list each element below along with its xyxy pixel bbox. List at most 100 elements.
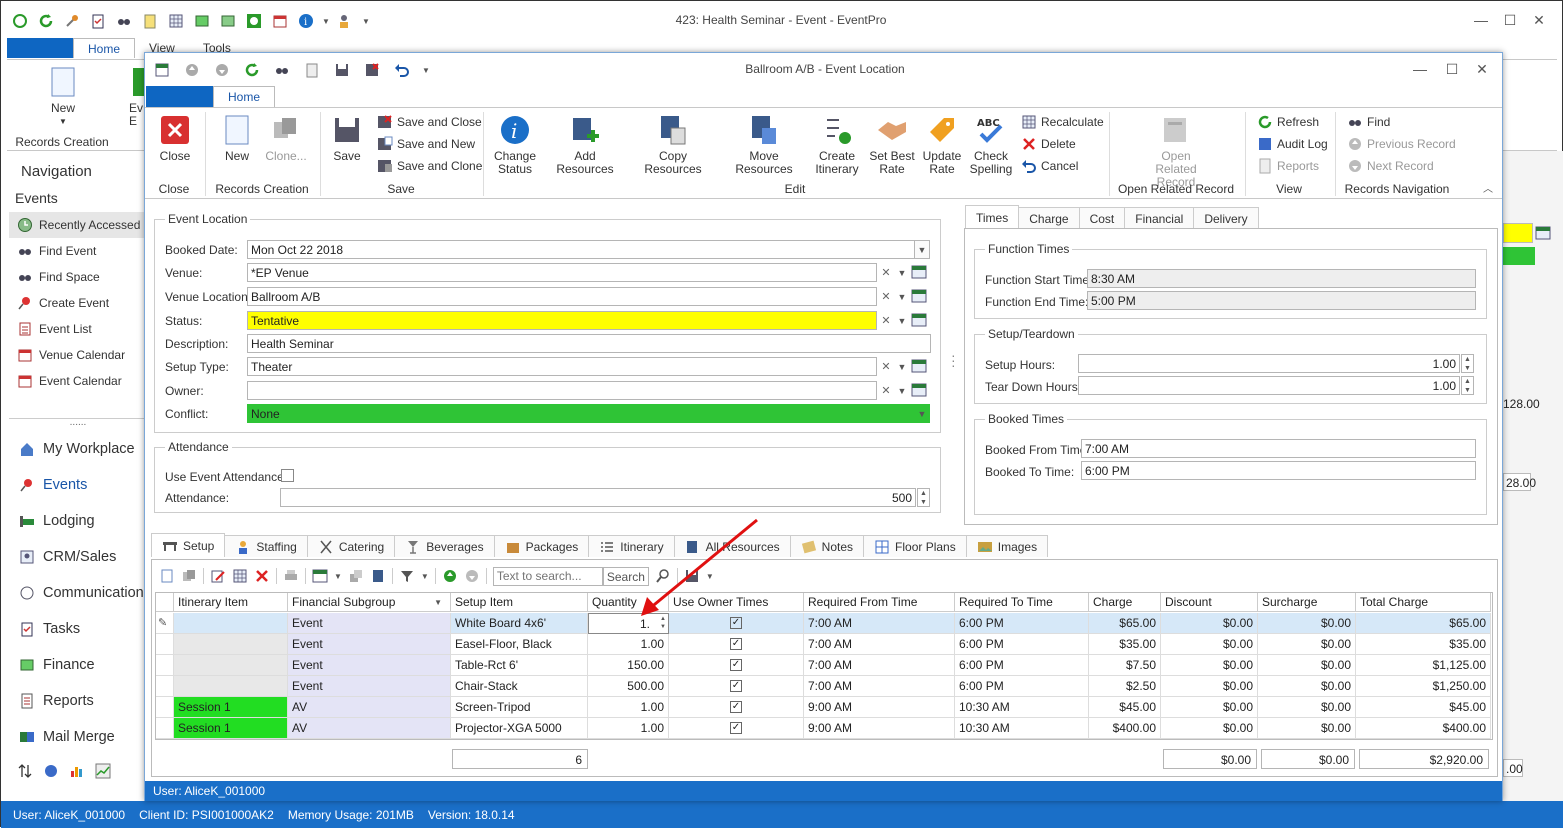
cell-setup-item[interactable]: Easel-Floor, Black [451,634,588,655]
next-record-button[interactable]: Next Record [1347,156,1434,176]
nav-find-space[interactable]: Find Space [9,264,147,290]
nav-event-calendar[interactable]: Event Calendar [9,368,147,394]
cell-itinerary-item[interactable]: Session 1 [174,697,288,718]
dialog-app-menu-logo[interactable] [146,86,213,107]
filter-dropdown-icon[interactable]: ▼ [421,572,429,581]
new-record-button[interactable]: New ▼ [47,66,79,128]
cell-itinerary-item[interactable] [174,655,288,676]
row-indicator[interactable] [156,697,174,718]
up-arrow-icon[interactable] [181,59,203,81]
tab-floor-plans[interactable]: Floor Plans [863,535,967,557]
cell-total-charge[interactable]: $65.00 [1356,613,1491,634]
module-crm-sales[interactable]: CRM/Sales [9,539,147,575]
cell-required-to-time[interactable]: 6:00 PM [955,655,1089,676]
cell-quantity[interactable]: 1.00 [588,697,669,718]
cancel-button[interactable]: Cancel [1021,156,1078,176]
use-owner-times-checkbox[interactable]: ✓ [730,659,742,671]
cell-total-charge[interactable]: $1,125.00 [1356,655,1491,676]
cell-financial-subgroup[interactable]: Event [288,613,451,634]
tab-setup[interactable]: Setup [151,533,226,557]
cell-total-charge[interactable]: $45.00 [1356,697,1491,718]
money-icon[interactable] [191,10,213,32]
down-arrow-icon[interactable] [211,59,233,81]
module-communications[interactable]: Communications [9,575,151,611]
filter-icon[interactable] [399,568,415,584]
cell-quantity[interactable]: 1.00 [588,718,669,739]
cell-surcharge[interactable]: $0.00 [1258,676,1356,697]
tab-home[interactable]: Home [213,86,276,107]
copy-row-icon[interactable] [181,568,197,584]
find-button[interactable]: Find [1347,112,1390,132]
clear-icon[interactable]: ✕ [878,263,894,282]
cell-setup-item[interactable]: Chair-Stack [451,676,588,697]
cell-required-to-time[interactable]: 10:30 AM [955,697,1089,718]
cell-financial-subgroup[interactable]: AV [288,697,451,718]
use-owner-times-checkbox[interactable]: ✓ [730,722,742,734]
venue-field[interactable]: *EP Venue [247,263,877,282]
tab-packages[interactable]: Packages [493,535,590,557]
cell-setup-item[interactable]: Table-Rct 6' [451,655,588,676]
cell-setup-item[interactable]: White Board 4x6' [451,613,588,634]
tools-icon[interactable] [61,10,83,32]
venue-location-field[interactable]: Ballroom A/B [247,287,877,306]
cell-required-from-time[interactable]: 9:00 AM [804,697,955,718]
edit-icon[interactable] [210,568,226,584]
setup-hours-spinner[interactable]: ▲ ▼ [1461,354,1474,373]
column-header-financial-subgroup[interactable]: Financial Subgroup ▼ [288,593,451,612]
cell-required-to-time[interactable]: 6:00 PM [955,634,1089,655]
attendance-field[interactable]: 500 [280,488,916,507]
clear-icon[interactable]: ✕ [878,357,894,376]
tab-delivery[interactable]: Delivery [1193,207,1259,229]
use-owner-times-checkbox[interactable]: ✓ [730,701,742,713]
cell-quantity[interactable]: 150.00 [588,655,669,676]
cell-use-owner-times[interactable]: ✓ [669,655,804,676]
save-and-close-button[interactable]: Save and Close [377,112,482,132]
cell-quantity[interactable]: 1.00 [588,634,669,655]
lookup-icon[interactable] [911,312,927,328]
clear-icon[interactable]: ✕ [878,311,894,330]
cell-surcharge[interactable]: $0.00 [1258,613,1356,634]
binoculars-icon[interactable] [271,59,293,81]
column-header-required-from-time[interactable]: Required From Time [804,593,955,612]
cell-setup-item[interactable]: Screen-Tripod [451,697,588,718]
module-my-workplace[interactable]: My Workplace [9,431,147,467]
column-header-discount[interactable]: Discount [1161,593,1258,612]
tab-catering[interactable]: Catering [306,535,396,557]
move-resources-button[interactable]: Move Resources [721,114,807,176]
grid-search-input[interactable] [492,566,603,586]
audit-log-button[interactable]: Audit Log [1257,134,1328,154]
lookup-icon[interactable] [911,358,927,374]
cell-discount[interactable]: $0.00 [1161,613,1258,634]
collapse-ribbon-icon[interactable]: ︿ [1483,180,1493,195]
module-tasks[interactable]: Tasks [9,611,147,647]
cell-setup-item[interactable]: Projector-XGA 5000 [451,718,588,739]
maximize-button[interactable]: ☐ [1495,9,1525,31]
chevron-down-icon[interactable]: ▼ [894,381,910,400]
module-mail-merge[interactable]: Mail Merge [9,719,147,755]
save-close-icon[interactable] [361,59,383,81]
print-icon[interactable] [283,568,299,584]
add-resources-button[interactable]: Add Resources [547,114,623,176]
cell-discount[interactable]: $0.00 [1161,634,1258,655]
cell-financial-subgroup[interactable]: Event [288,676,451,697]
setup-hours-field[interactable]: 1.00 [1078,354,1460,373]
dialog-maximize-button[interactable]: ☐ [1437,58,1467,80]
cell-charge[interactable]: $45.00 [1089,697,1161,718]
refresh-icon[interactable] [35,10,57,32]
column-header-charge[interactable]: Charge [1089,593,1161,612]
row-indicator[interactable] [156,634,174,655]
tab-cost[interactable]: Cost [1078,207,1126,229]
recalculate-button[interactable]: Recalculate [1021,112,1104,132]
calculator-icon[interactable] [165,10,187,32]
cell-financial-subgroup[interactable]: Event [288,634,451,655]
dialog-close-button[interactable]: ✕ [1467,58,1497,80]
event-button[interactable]: Ev E [129,66,145,128]
customize-qat-icon[interactable]: ▼ [421,59,431,81]
row-indicator[interactable] [156,655,174,676]
cell-quantity[interactable]: 500.00 [588,676,669,697]
chevron-down-icon[interactable]: ▼ [914,240,930,259]
cell-use-owner-times[interactable]: ✓ [669,697,804,718]
cell-required-to-time[interactable]: 10:30 AM [955,718,1089,739]
use-owner-times-checkbox[interactable]: ✓ [730,680,742,692]
dropdown-icon[interactable]: ▼ [321,10,331,32]
